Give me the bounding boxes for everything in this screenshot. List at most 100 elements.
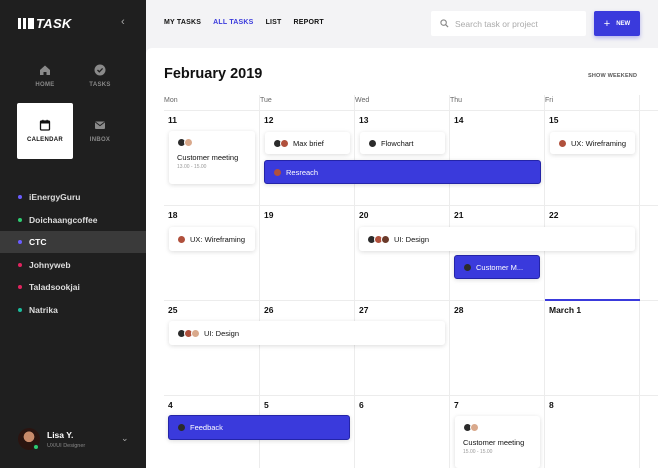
tab-list[interactable]: LIST — [266, 19, 282, 26]
event-card-resreach[interactable]: Resreach — [264, 160, 541, 184]
assignee-avatars — [177, 234, 186, 244]
event-title: UI: Design — [394, 234, 430, 244]
event-card-customer-meeting[interactable]: Customer M... — [454, 255, 540, 279]
day-number[interactable]: 27 — [359, 305, 368, 315]
sidebar: TASK ‹ HOME TASKS CALENDAR INBOX iEnergy… — [0, 0, 146, 468]
nav-tasks[interactable]: TASKS — [72, 48, 128, 104]
tab-all-tasks[interactable]: ALL TASKS — [213, 19, 253, 26]
event-title: Resreach — [286, 167, 319, 177]
assignee-avatars — [368, 138, 377, 148]
day-number[interactable]: 18 — [168, 210, 177, 220]
event-title: Customer meeting — [177, 153, 239, 162]
event-time: 13.00 - 15.00 — [177, 164, 207, 170]
nav-home-label: HOME — [35, 82, 55, 88]
event-title: UX: Wireframing — [571, 138, 627, 148]
new-button[interactable]: + NEW — [594, 11, 640, 36]
event-card-customer-meeting[interactable]: Customer meeting 13.00 - 15.00 — [169, 131, 255, 184]
event-card-ui-design[interactable]: UI: Design — [169, 321, 445, 345]
month-title: February 2019 — [164, 66, 263, 82]
day-number[interactable]: 21 — [454, 210, 463, 220]
home-icon — [40, 65, 50, 75]
project-item-doichaangcoffee[interactable]: Doichaangcoffee — [0, 209, 146, 231]
app-logo[interactable]: TASK — [18, 16, 72, 31]
nav-calendar-label: CALENDAR — [26, 137, 64, 143]
plus-icon: + — [603, 17, 611, 30]
project-item-natrika[interactable]: Natrika — [0, 299, 146, 321]
nav-home[interactable]: HOME — [17, 48, 73, 104]
day-number[interactable]: 6 — [359, 400, 364, 410]
event-title: UI: Design — [204, 328, 240, 338]
event-card-ui-design[interactable]: UI: Design — [359, 227, 635, 251]
day-number[interactable]: March 1 — [549, 305, 581, 315]
day-number[interactable]: 14 — [454, 115, 463, 125]
day-number[interactable]: 12 — [264, 115, 273, 125]
collapse-sidebar-icon[interactable]: ‹ — [121, 17, 131, 28]
inbox-icon — [94, 121, 106, 129]
event-card-max-brief[interactable]: Max brief — [265, 132, 350, 154]
day-number[interactable]: 7 — [454, 400, 459, 410]
project-item-taladsookjai[interactable]: Taladsookjai — [0, 276, 146, 298]
project-color-dot — [18, 262, 22, 267]
project-label: Doichaangcoffee — [29, 214, 98, 225]
current-day-indicator — [545, 299, 640, 301]
user-profile[interactable]: Lisa Y. UX/UI Designer — [18, 428, 85, 450]
assignee-avatars — [463, 423, 479, 432]
day-number[interactable]: 25 — [168, 305, 177, 315]
logo-icon — [18, 18, 34, 29]
project-item-ctc[interactable]: CTC — [0, 231, 146, 253]
day-number[interactable]: 28 — [454, 305, 463, 315]
search-placeholder: Search task or project — [455, 18, 538, 29]
show-weekend-toggle[interactable]: SHOW WEEKEND — [588, 73, 637, 79]
day-number[interactable]: 19 — [264, 210, 273, 220]
grid-line — [164, 205, 658, 206]
event-title: UX: Wireframing — [190, 234, 246, 244]
tasks-icon — [94, 64, 106, 76]
tab-my-tasks[interactable]: MY TASKS — [164, 19, 201, 26]
event-card-customer-meeting[interactable]: Customer meeting 15.00 - 15.00 — [455, 416, 540, 468]
event-card-flowchart[interactable]: Flowchart — [360, 132, 445, 154]
search-icon — [440, 19, 449, 28]
day-number[interactable]: 5 — [264, 400, 269, 410]
calendar-panel — [146, 48, 658, 468]
chevron-down-icon[interactable]: ⌄ — [121, 433, 129, 444]
avatar — [18, 428, 40, 450]
grid-line — [354, 95, 355, 468]
day-number[interactable]: 20 — [359, 210, 368, 220]
nav-tasks-label: TASKS — [89, 82, 111, 88]
top-tabs: MY TASKS ALL TASKS LIST REPORT — [164, 19, 324, 26]
tab-report[interactable]: REPORT — [294, 19, 324, 26]
day-number[interactable]: 8 — [549, 400, 554, 410]
grid-line — [164, 395, 658, 396]
event-card-ux-wireframing[interactable]: UX: Wireframing — [550, 132, 635, 154]
event-title: Customer meeting — [463, 438, 525, 447]
weekday-header: Tue — [260, 97, 272, 104]
weekday-header: Wed — [355, 97, 370, 104]
project-list: iEnergyGuru Doichaangcoffee CTC Johnyweb… — [0, 186, 146, 321]
event-card-feedback[interactable]: Feedback — [168, 415, 350, 440]
event-title: Customer M... — [476, 262, 524, 272]
project-item-johnyweb[interactable]: Johnyweb — [0, 254, 146, 276]
search-input[interactable]: Search task or project — [431, 11, 586, 36]
day-number[interactable]: 15 — [549, 115, 558, 125]
event-card-ux-wireframing[interactable]: UX: Wireframing — [169, 227, 255, 251]
project-label: iEnergyGuru — [29, 192, 81, 202]
weekday-header: Mon — [164, 97, 178, 104]
project-color-dot — [18, 217, 22, 222]
assignee-avatars — [177, 423, 186, 432]
day-number[interactable]: 13 — [359, 115, 368, 125]
day-number[interactable]: 26 — [264, 305, 273, 315]
nav-calendar[interactable]: CALENDAR — [17, 103, 73, 159]
nav-inbox[interactable]: INBOX — [72, 103, 128, 159]
assignee-avatars — [558, 138, 567, 148]
event-title: Max brief — [293, 138, 324, 148]
day-number[interactable]: 11 — [168, 115, 177, 125]
weekday-header: Thu — [450, 97, 463, 104]
project-item-ienergyguru[interactable]: iEnergyGuru — [0, 186, 146, 208]
assignee-avatars — [463, 262, 472, 272]
day-number[interactable]: 22 — [549, 210, 558, 220]
grid-line — [639, 95, 640, 468]
project-color-dot — [18, 307, 22, 312]
user-name: Lisa Y. — [47, 429, 74, 440]
event-time: 15.00 - 15.00 — [463, 449, 493, 455]
day-number[interactable]: 4 — [168, 400, 173, 410]
